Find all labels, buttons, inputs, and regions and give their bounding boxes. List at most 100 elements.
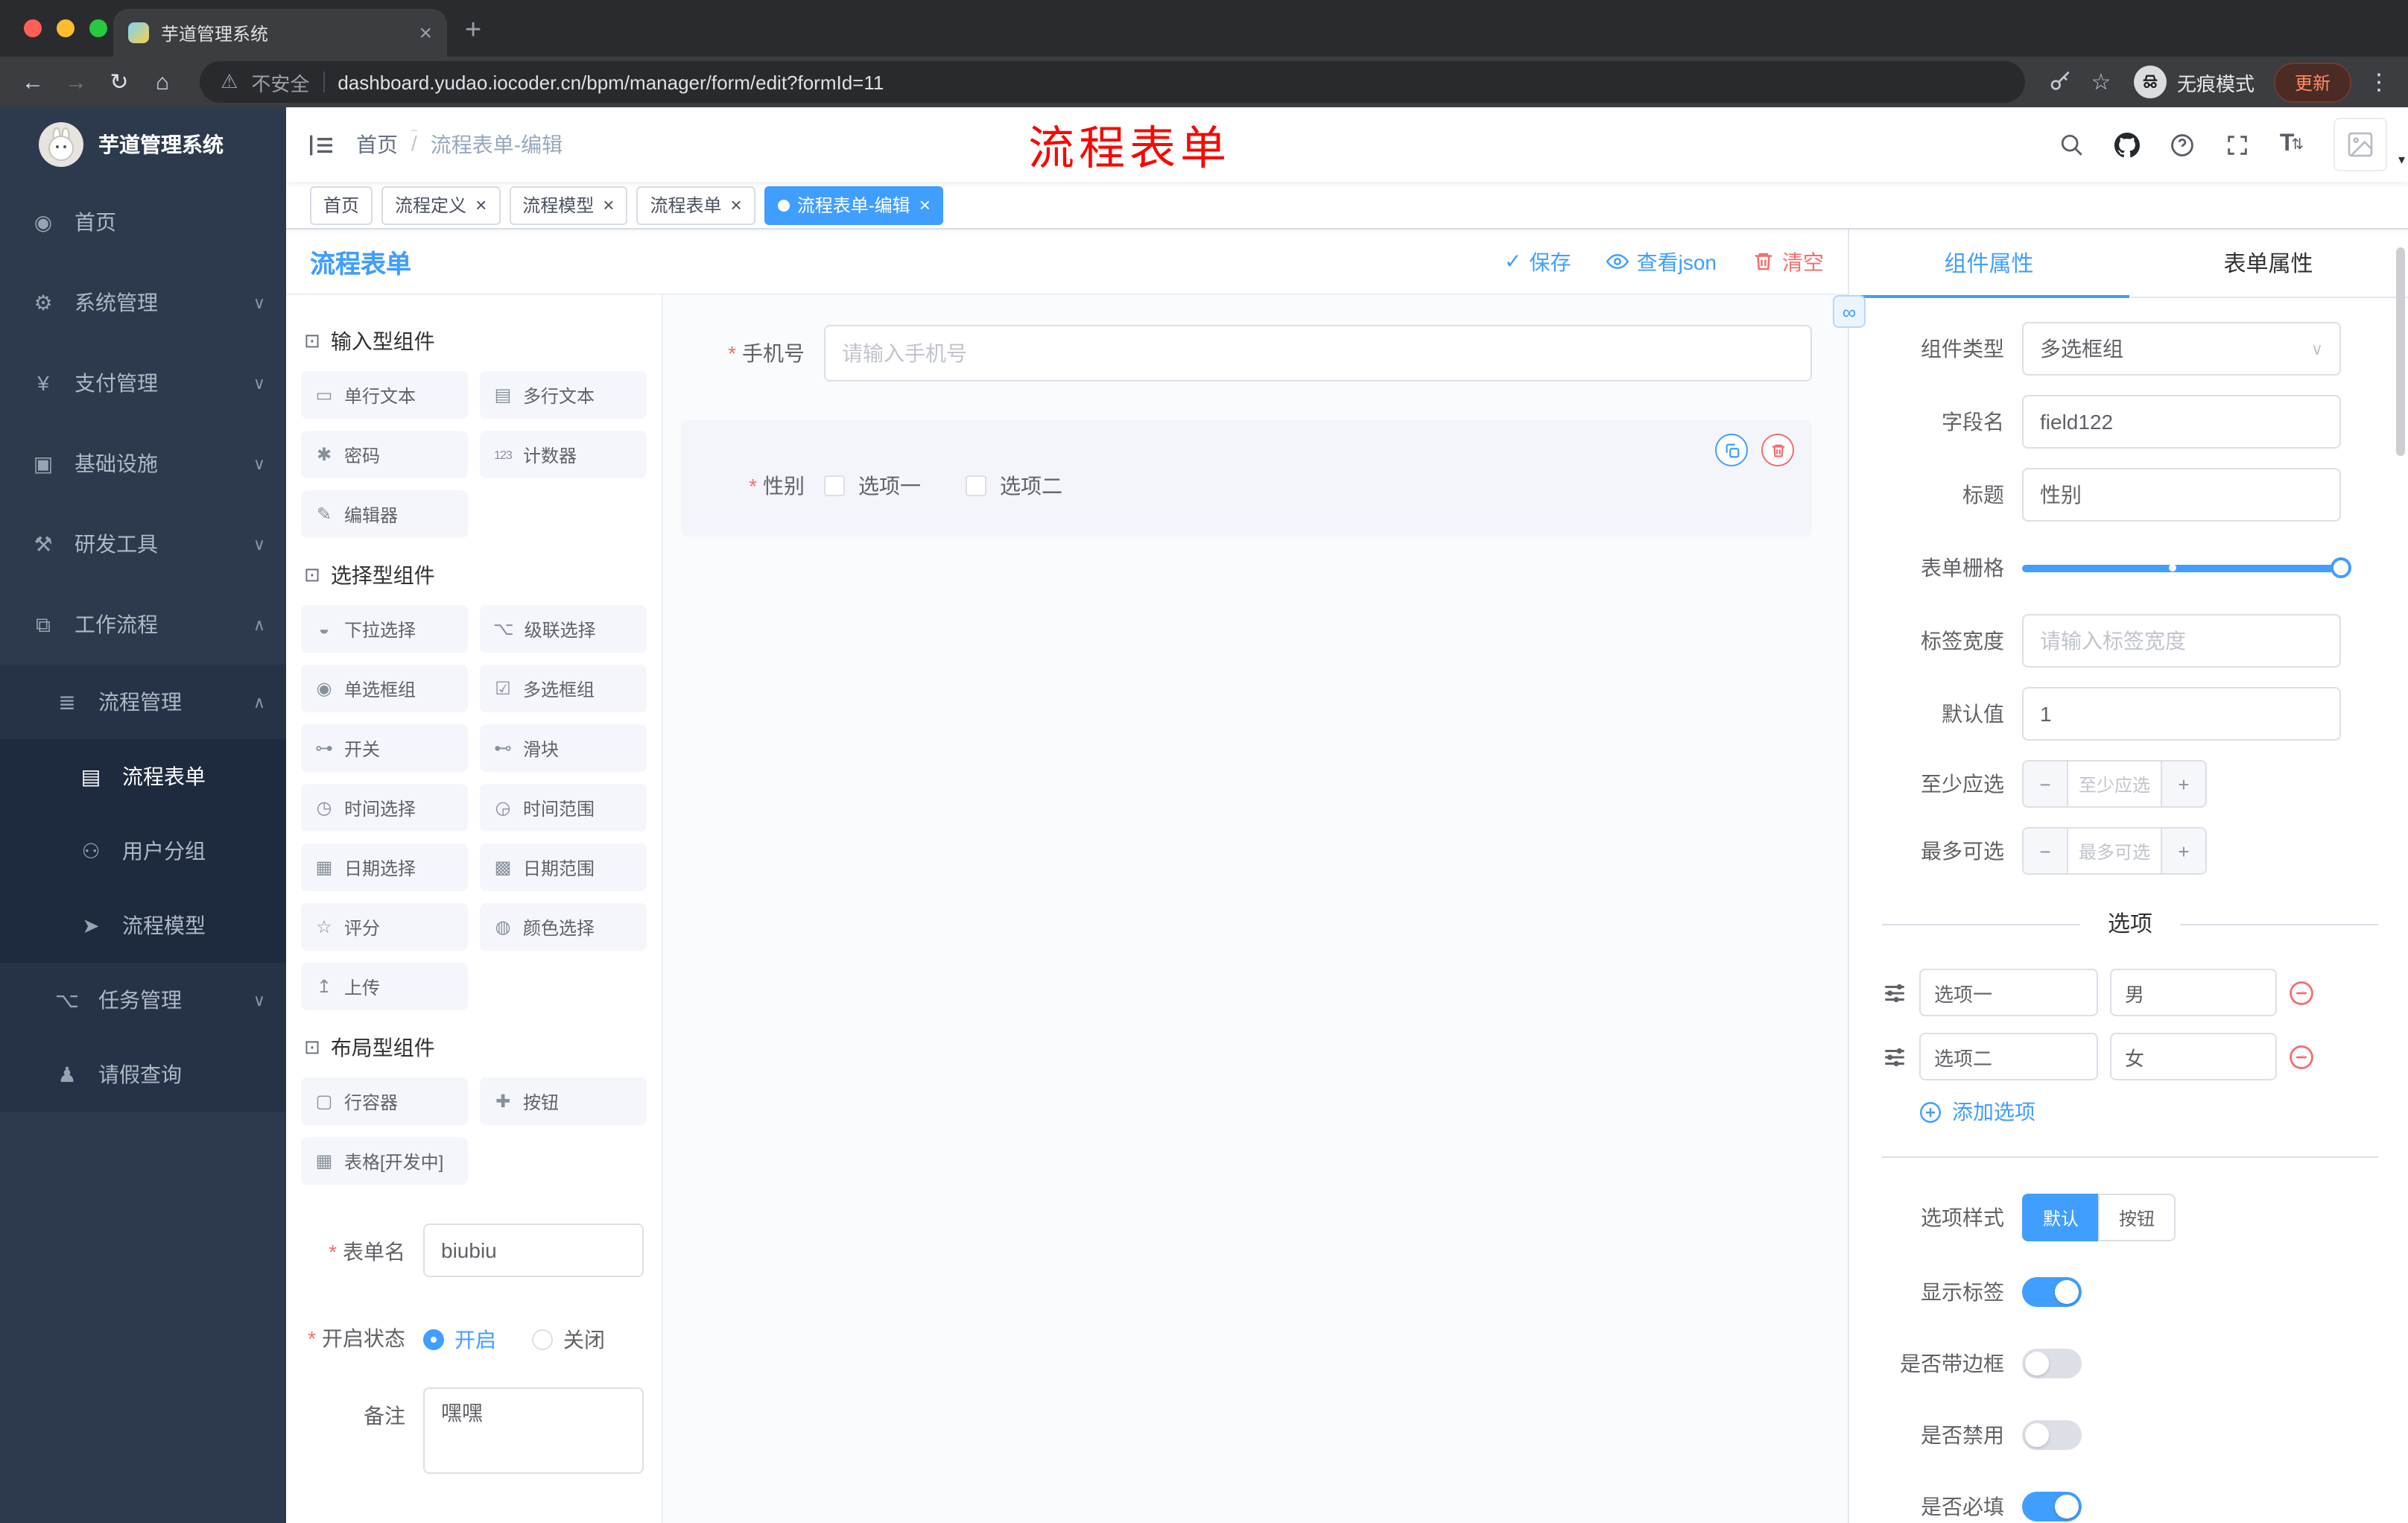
form-canvas[interactable]: 手机号 — [663, 295, 1848, 1523]
style-button-button[interactable]: 按钮 — [2098, 1194, 2176, 1241]
component-time-range[interactable]: ◶ 时间范围 — [480, 784, 647, 832]
field-name-input[interactable] — [2022, 395, 2341, 449]
toggle-switch[interactable] — [2022, 1492, 2082, 1522]
checkbox-icon[interactable] — [824, 475, 845, 496]
component-date-range[interactable]: ▩ 日期范围 — [480, 843, 647, 891]
close-tab-icon[interactable]: × — [419, 20, 432, 45]
sidebar-item-yen[interactable]: ¥ 支付管理 ∨ — [0, 343, 286, 423]
component-select[interactable]: ◒ 下拉选择 — [301, 605, 468, 653]
component-editor[interactable]: ✎ 编辑器 — [301, 490, 468, 538]
star-icon[interactable]: ☆ — [2088, 69, 2114, 95]
slider-rail[interactable] — [2022, 557, 2351, 578]
app-logo-row[interactable]: 芋道管理系统 — [0, 107, 286, 182]
minimize-window-button[interactable] — [57, 19, 75, 37]
sidebar-item-send[interactable]: ➤ 流程模型 — [0, 888, 286, 963]
component-slider[interactable]: ⊷ 滑块 — [480, 724, 647, 772]
new-tab-button[interactable]: + — [465, 15, 481, 48]
reload-icon[interactable]: ↻ — [104, 69, 134, 95]
component-type-select[interactable]: 多选框组 ∨ — [2022, 322, 2341, 376]
component-upload[interactable]: ↥ 上传 — [301, 963, 468, 1010]
home-icon[interactable]: ⌂ — [148, 69, 177, 95]
style-default-button[interactable]: 默认 — [2022, 1194, 2099, 1241]
form-remark-textarea[interactable]: 嘿嘿 — [423, 1387, 644, 1474]
status-on-radio[interactable]: 开启 — [423, 1325, 496, 1355]
max-select-value[interactable]: 最多可选 — [2067, 829, 2162, 873]
tag-view[interactable]: 流程表单 × — [636, 186, 755, 224]
sidebar-item-workflow[interactable]: ⧉ 工作流程 ∧ — [0, 584, 286, 665]
sidebar-item-person[interactable]: ♟ 请假查询 — [0, 1037, 286, 1112]
security-label[interactable]: 不安全 — [251, 68, 309, 96]
close-icon[interactable]: × — [919, 194, 931, 216]
sidebar-item-users[interactable]: ⚇ 用户分组 — [0, 814, 286, 888]
add-option-button[interactable]: 添加选项 — [1919, 1097, 2378, 1127]
grid-slider[interactable] — [2022, 541, 2351, 595]
forward-icon[interactable]: → — [61, 69, 91, 95]
link-icon[interactable]: ∞ — [1833, 295, 1866, 328]
clear-button[interactable]: 清空 — [1752, 247, 1824, 276]
breadcrumb-home[interactable]: 首页 — [356, 130, 398, 159]
tag-view[interactable]: 流程模型 × — [509, 186, 628, 224]
save-button[interactable]: ✓ 保存 — [1504, 247, 1571, 276]
key-icon[interactable] — [2047, 69, 2074, 95]
minus-icon[interactable]: − — [2024, 762, 2067, 806]
github-icon[interactable] — [2113, 131, 2140, 158]
selected-component[interactable]: 性别 选项一 选项二 — [681, 420, 1812, 536]
browser-menu-icon[interactable]: ⋮ — [2368, 69, 2390, 95]
gender-option-2[interactable]: 选项二 — [966, 471, 1062, 501]
close-icon[interactable]: × — [603, 194, 614, 216]
default-value-input[interactable] — [2022, 687, 2341, 741]
option-value-input[interactable] — [2110, 969, 2277, 1016]
option-label-input[interactable] — [1919, 1033, 2098, 1080]
view-json-button[interactable]: 查看json — [1606, 247, 1717, 276]
component-cascader[interactable]: ⌥ 级联选择 — [480, 605, 647, 653]
tag-view[interactable]: 流程定义 × — [381, 186, 501, 224]
component-button[interactable]: ✚ 按钮 — [480, 1077, 647, 1125]
sidebar-item-form[interactable]: ▤ 流程表单 — [0, 739, 286, 814]
component-counter[interactable]: 123 计数器 — [480, 431, 647, 478]
close-icon[interactable]: × — [475, 194, 487, 216]
close-window-button[interactable] — [24, 19, 42, 37]
update-button[interactable]: 更新 — [2273, 62, 2351, 102]
component-radio[interactable]: ◉ 单选框组 — [301, 665, 468, 712]
drag-handle-icon[interactable] — [1882, 1044, 1907, 1069]
search-icon[interactable] — [2058, 131, 2085, 158]
copy-component-button[interactable] — [1715, 434, 1748, 466]
sidebar-item-monitor[interactable]: ▣ 基础设施 ∨ — [0, 423, 286, 504]
zoom-window-button[interactable] — [89, 19, 107, 37]
sidebar-item-dashboard[interactable]: ◉ 首页 — [0, 182, 286, 262]
browser-tab[interactable]: 芋道管理系统 × — [113, 9, 447, 57]
component-checkbox[interactable]: ☑ 多选框组 — [480, 665, 647, 712]
tag-view[interactable]: 首页 — [310, 186, 373, 224]
hamburger-icon[interactable] — [286, 133, 356, 156]
status-off-radio[interactable]: 关闭 — [532, 1325, 605, 1355]
font-size-icon[interactable]: T ⇅ — [2278, 131, 2305, 158]
slider-handle[interactable] — [2331, 557, 2351, 578]
sidebar-item-process[interactable]: ≣ 流程管理 ∧ — [0, 665, 286, 739]
scrollbar-thumb[interactable] — [2396, 247, 2405, 456]
component-date[interactable]: ▦ 日期选择 — [301, 843, 468, 891]
component-row[interactable]: ▢ 行容器 — [301, 1077, 468, 1125]
sidebar-item-tools[interactable]: ⚒ 研发工具 ∨ — [0, 504, 286, 584]
toggle-switch[interactable] — [2022, 1277, 2082, 1307]
component-color[interactable]: ◍ 颜色选择 — [480, 903, 647, 951]
component-switch[interactable]: ⊶ 开关 — [301, 724, 468, 772]
minus-icon[interactable]: − — [2024, 829, 2067, 873]
remove-option-icon[interactable] — [2289, 980, 2314, 1005]
title-input[interactable] — [2022, 468, 2341, 522]
delete-component-button[interactable] — [1761, 434, 1794, 466]
back-icon[interactable]: ← — [18, 69, 48, 95]
tab-form-props[interactable]: 表单属性 — [2129, 229, 2408, 297]
min-select-value[interactable]: 至少应选 — [2067, 762, 2162, 806]
option-value-input[interactable] — [2110, 1033, 2277, 1080]
toggle-switch[interactable] — [2022, 1349, 2082, 1378]
component-password[interactable]: ✱ 密码 — [301, 431, 468, 478]
fullscreen-icon[interactable] — [2223, 131, 2250, 158]
checkbox-icon[interactable] — [966, 475, 986, 496]
component-single-line[interactable]: ▭ 单行文本 — [301, 371, 468, 419]
toggle-switch[interactable] — [2022, 1420, 2082, 1450]
phone-input[interactable] — [824, 325, 1812, 381]
help-icon[interactable] — [2168, 131, 2195, 158]
remove-option-icon[interactable] — [2289, 1044, 2314, 1069]
label-width-input[interactable] — [2022, 614, 2341, 668]
component-table[interactable]: ▦ 表格[开发中] — [301, 1137, 468, 1185]
